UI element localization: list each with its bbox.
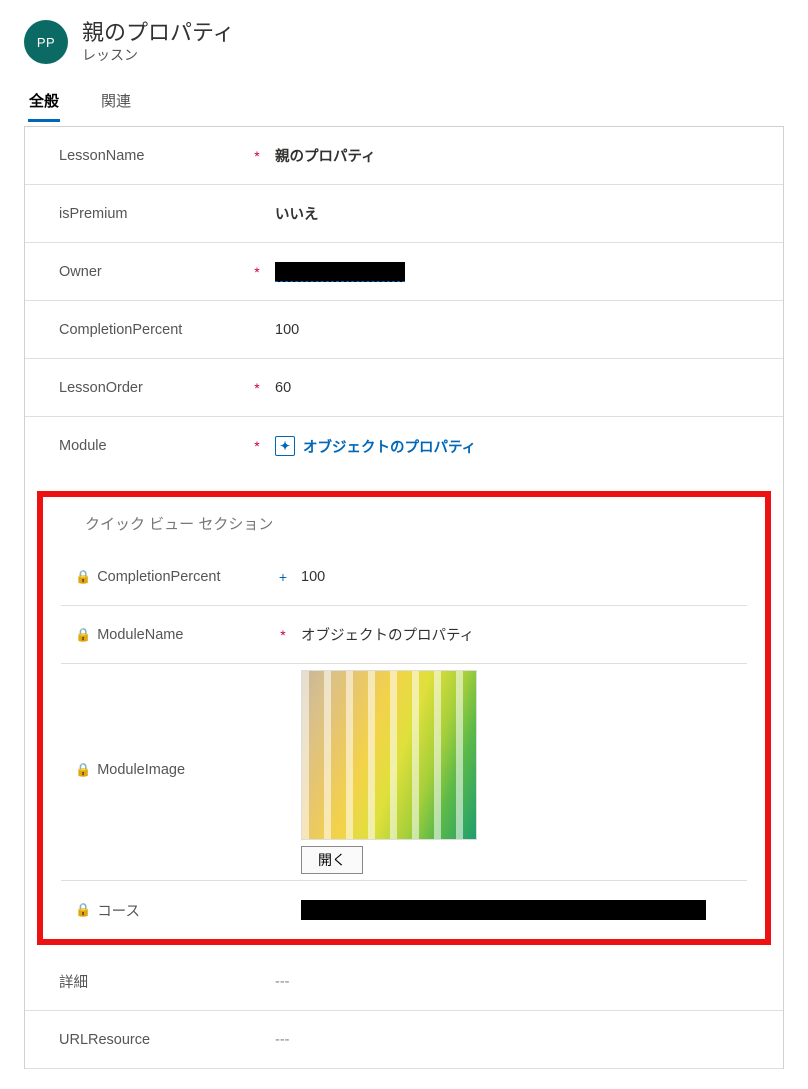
tab-general[interactable]: 全般 [28,86,60,122]
quick-view-section: クイック ビュー セクション 🔒 CompletionPercent + 100… [37,491,771,945]
qv-course-value[interactable] [291,900,747,920]
qv-modulename-value: オブジェクトのプロパティ [291,624,747,645]
tabs: 全般 関連 [24,86,784,122]
module-lookup[interactable]: ✦ オブジェクトのプロパティ [265,436,783,457]
lookup-icon: ✦ [275,436,295,456]
urlresource-value: --- [265,1032,783,1048]
module-image-thumbnail[interactable] [301,670,477,840]
lessonname-value: 親のプロパティ [265,145,783,166]
field-completionpercent[interactable]: CompletionPercent 100 [25,301,783,359]
quickview-title: クイック ビュー セクション [61,509,747,548]
field-ispremium[interactable]: isPremium いいえ [25,185,783,243]
form-panel: LessonName * 親のプロパティ isPremium いいえ Owner… [24,126,784,1069]
required-mark: * [249,380,265,396]
required-mark: * [249,148,265,164]
lessonorder-value: 60 [265,380,783,396]
completionpercent-value: 100 [265,322,783,338]
field-lessonorder[interactable]: LessonOrder * 60 [25,359,783,417]
field-module[interactable]: Module * ✦ オブジェクトのプロパティ [25,417,783,475]
field-detail[interactable]: 詳細 --- [25,953,783,1011]
ispremium-value: いいえ [265,203,783,224]
required-mark: * [275,627,291,643]
owner-value[interactable] [265,262,783,282]
module-link[interactable]: オブジェクトのプロパティ [303,436,476,457]
required-mark: * [249,264,265,280]
lock-icon: 🔒 [75,569,91,585]
open-image-button[interactable]: 開く [301,846,363,874]
course-redacted [301,900,706,920]
tab-related[interactable]: 関連 [100,86,132,122]
entity-badge: PP [24,20,68,64]
qv-modulename: 🔒 ModuleName * オブジェクトのプロパティ [61,606,747,664]
field-lessonname[interactable]: LessonName * 親のプロパティ [25,127,783,185]
qv-course: 🔒 コース [61,881,747,939]
qv-completion-value: 100 [291,569,747,585]
field-urlresource[interactable]: URLResource --- [25,1011,783,1069]
lock-icon: 🔒 [75,902,91,918]
qv-moduleimage: 🔒 ModuleImage 開く [61,664,747,881]
lock-icon: 🔒 [75,762,91,778]
qv-completionpercent: 🔒 CompletionPercent + 100 [61,548,747,606]
record-header: PP 親のプロパティ レッスン [24,20,784,64]
field-owner[interactable]: Owner * [25,243,783,301]
required-mark: * [249,438,265,454]
page-title: 親のプロパティ [82,20,235,46]
detail-value: --- [265,974,783,990]
owner-redacted [275,262,405,282]
lock-icon: 🔒 [75,627,91,643]
page-subtitle: レッスン [82,47,235,64]
recommended-mark: + [275,569,291,585]
